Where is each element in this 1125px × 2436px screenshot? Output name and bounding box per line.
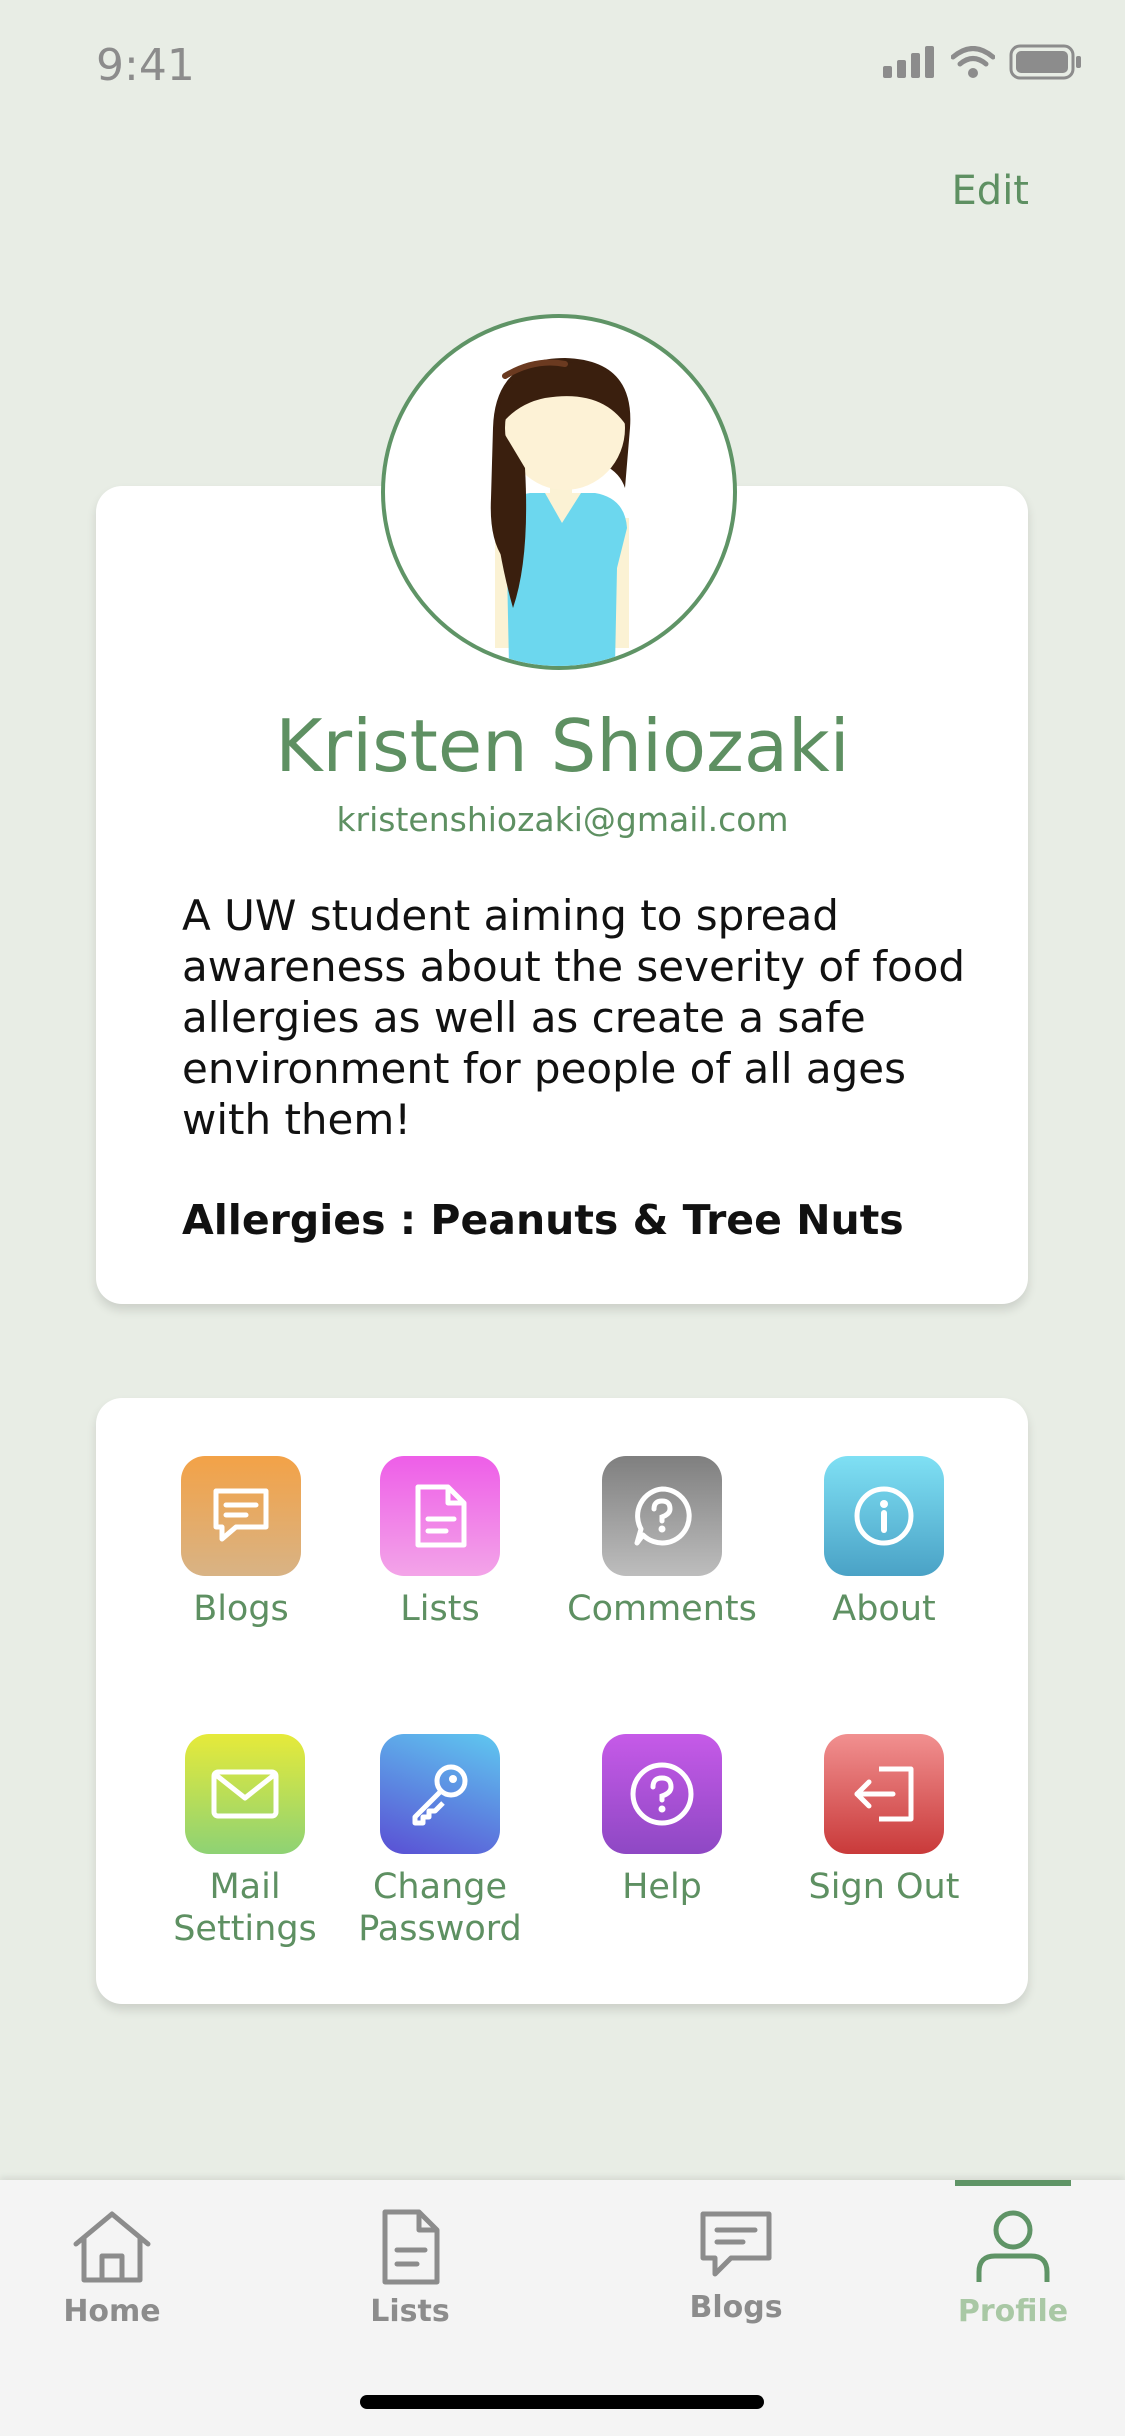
menu-label: Lists — [400, 1589, 480, 1629]
menu-tile — [181, 1456, 301, 1576]
menu-item-about[interactable]: About — [774, 1456, 994, 1630]
sign-out-icon — [854, 1766, 914, 1822]
menu-item-blogs[interactable]: Blogs — [131, 1456, 351, 1630]
battery-icon — [1009, 44, 1081, 80]
active-tab-indicator — [955, 2180, 1071, 2186]
edit-button[interactable]: Edit — [952, 168, 1029, 214]
profile-allergies: Allergies : Peanuts & Tree Nuts — [182, 1196, 904, 1244]
home-indicator — [360, 2395, 764, 2409]
tab-home[interactable]: Home — [12, 2208, 212, 2329]
tab-label: Profile — [957, 2294, 1069, 2329]
menu-item-help[interactable]: Help — [552, 1734, 772, 1908]
person-icon — [976, 2210, 1050, 2282]
home-icon — [73, 2211, 151, 2283]
menu-tile — [602, 1734, 722, 1854]
signal-icon — [883, 46, 934, 78]
document-icon — [382, 2209, 440, 2285]
menu-item-lists[interactable]: Lists — [330, 1456, 550, 1630]
chat-bubble-icon — [213, 1488, 269, 1542]
profile-name: Kristen Shiozaki — [275, 704, 850, 788]
menu-item-comments[interactable]: Comments — [552, 1456, 772, 1630]
key-icon — [412, 1764, 468, 1826]
wifi-icon — [951, 46, 995, 78]
document-icon — [415, 1484, 467, 1548]
menu-item-mail-settings[interactable]: Mail Settings — [135, 1734, 355, 1950]
avatar — [381, 314, 737, 670]
menu-tile — [824, 1456, 944, 1576]
tab-blogs[interactable]: Blogs — [636, 2208, 836, 2325]
menu-item-change-password[interactable]: Change Password — [330, 1734, 550, 1950]
help-icon — [630, 1762, 694, 1826]
menu-label: Blogs — [193, 1589, 289, 1629]
tab-label: Home — [63, 2294, 161, 2329]
info-icon — [854, 1486, 914, 1546]
question-bubble-icon — [634, 1486, 692, 1546]
menu-label: Mail Settings — [173, 1867, 317, 1949]
status-icons — [883, 44, 1083, 80]
tab-label: Lists — [370, 2294, 450, 2329]
menu-label: Help — [622, 1867, 702, 1907]
tab-profile[interactable]: Profile — [913, 2208, 1113, 2329]
profile-email: kristenshiozaki@gmail.com — [336, 800, 789, 839]
menu-tile — [185, 1734, 305, 1854]
menu-tile — [380, 1734, 500, 1854]
tab-lists[interactable]: Lists — [310, 2208, 510, 2329]
menu-item-sign-out[interactable]: Sign Out — [774, 1734, 994, 1908]
menu-tile — [824, 1734, 944, 1854]
profile-bio: A UW student aiming to spread awareness … — [182, 891, 966, 1144]
menu-tile — [602, 1456, 722, 1576]
menu-label: Comments — [567, 1589, 757, 1629]
menu-label: Sign Out — [808, 1867, 960, 1907]
menu-label: Change Password — [358, 1867, 522, 1949]
tab-label: Blogs — [689, 2290, 783, 2325]
avatar-illustration — [490, 358, 631, 666]
mail-icon — [211, 1769, 279, 1819]
chat-bubble-icon — [700, 2211, 772, 2277]
menu-tile — [380, 1456, 500, 1576]
status-time: 9:41 — [96, 40, 195, 91]
menu-label: About — [832, 1589, 936, 1629]
